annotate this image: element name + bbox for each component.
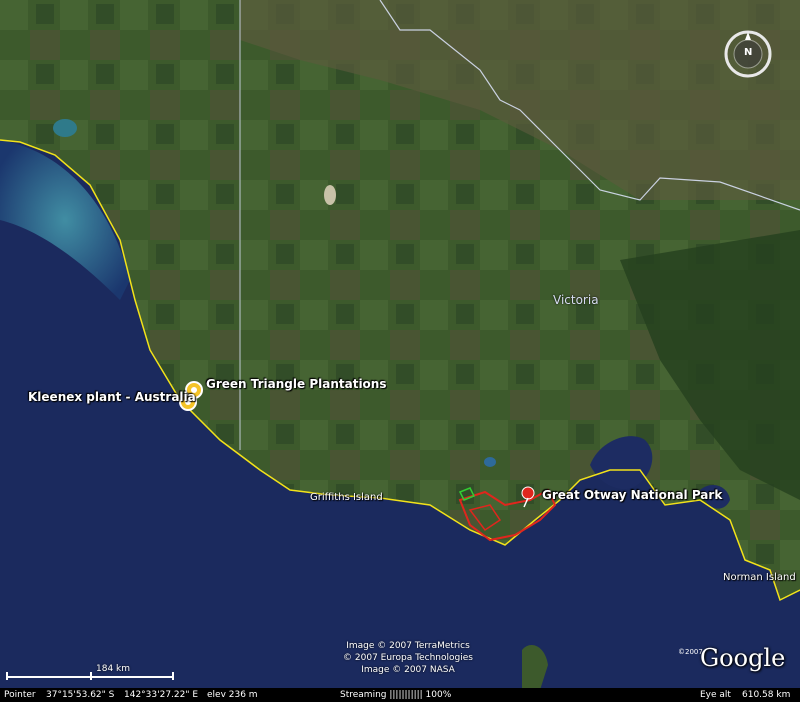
red-pushpin-icon [521, 486, 535, 508]
placemark-label-great-otway[interactable]: Great Otway National Park [542, 488, 722, 502]
eye-alt-value: 610.58 km [742, 690, 791, 700]
compass-control[interactable]: N [722, 28, 774, 80]
place-label-norman-island: Norman Island [723, 572, 796, 583]
scale-bar: 184 km [6, 664, 174, 686]
copyright-line: Image © 2007 NASA [361, 665, 455, 675]
pointer-longitude: 142°33'27.22" E [124, 690, 199, 700]
scale-tick [90, 672, 92, 680]
scale-tick [6, 672, 8, 680]
placemark-great-otway[interactable] [518, 486, 538, 512]
map-view[interactable]: N Kleenex plant - Australia Green Triang… [0, 0, 800, 702]
pointer-latitude: 37°15'53.62" S [46, 690, 115, 700]
region-label-victoria: Victoria [553, 293, 599, 307]
pointer-label: Pointer [4, 690, 36, 700]
eye-alt-label: Eye alt [700, 690, 731, 700]
pointer-elevation: elev 236 m [207, 690, 258, 700]
place-label-griffiths-island: Griffiths Island [310, 492, 383, 503]
placemark-label-kleenex[interactable]: Kleenex plant - Australia [28, 390, 196, 404]
placemark-label-green-triangle[interactable]: Green Triangle Plantations [206, 377, 387, 391]
copyright-line: © 2007 Europa Technologies [343, 653, 473, 663]
streaming-status: Streaming ||||||||||| 100% [340, 690, 452, 700]
imagery-copyright: Image © 2007 TerraMetrics © 2007 Europa … [318, 640, 498, 676]
copyright-line: Image © 2007 TerraMetrics [346, 641, 470, 651]
scale-tick [172, 672, 174, 680]
google-logo: Google [700, 644, 786, 672]
status-bar: Pointer 37°15'53.62" S 142°33'27.22" E e… [0, 688, 800, 702]
scale-label: 184 km [96, 664, 131, 674]
compass-north-label: N [744, 47, 753, 58]
satellite-imagery [0, 0, 800, 702]
